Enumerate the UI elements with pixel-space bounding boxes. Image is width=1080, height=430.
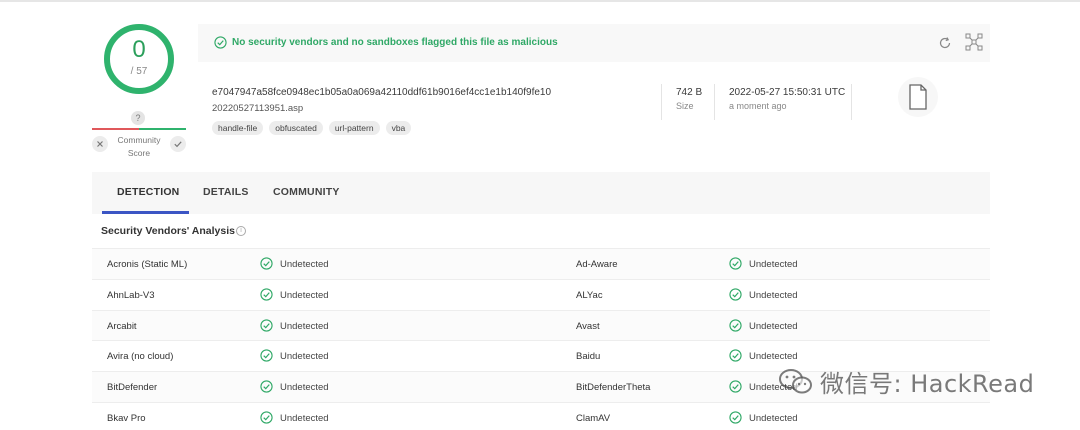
vendor-name: BitDefender bbox=[107, 382, 158, 393]
file-size-label: Size bbox=[676, 101, 694, 111]
vendor-name: Avira (no cloud) bbox=[107, 351, 174, 362]
vendor-result: Undetected bbox=[280, 351, 329, 362]
community-score-label: Community Score bbox=[117, 135, 161, 158]
vendor-name: Bkav Pro bbox=[107, 413, 146, 424]
check-circle-icon bbox=[729, 380, 742, 393]
check-circle-icon bbox=[729, 411, 742, 424]
vendor-name: Baidu bbox=[576, 351, 601, 362]
check-circle-icon bbox=[729, 288, 742, 301]
top-divider bbox=[0, 0, 1080, 2]
analysis-date-value: 2022-05-27 15:50:31 UTC bbox=[729, 87, 846, 98]
info-divider bbox=[714, 84, 715, 120]
graph-icon[interactable] bbox=[965, 33, 983, 51]
table-row: Acronis (Static ML) Undetected Ad-Aware … bbox=[92, 248, 990, 279]
watermark-text: 微信号: HackRead bbox=[820, 370, 1035, 398]
vendor-result: Undetected bbox=[749, 351, 798, 362]
vendor-result: Undetected bbox=[280, 413, 329, 424]
tag-chip[interactable]: vba bbox=[385, 121, 412, 135]
check-circle-icon bbox=[214, 36, 227, 49]
active-tab-indicator bbox=[102, 211, 189, 214]
file-icon bbox=[909, 84, 927, 110]
table-row: Arcabit Undetected Avast Undetected bbox=[92, 310, 990, 341]
vendor-result: Undetected bbox=[280, 321, 329, 332]
vote-harmless-button[interactable] bbox=[170, 136, 186, 152]
check-circle-icon bbox=[729, 319, 742, 332]
verdict-message: No security vendors and no sandboxes fla… bbox=[232, 37, 558, 48]
check-circle-icon bbox=[260, 380, 273, 393]
check-circle-icon bbox=[729, 349, 742, 362]
verdict-banner: No security vendors and no sandboxes fla… bbox=[198, 24, 990, 62]
vendor-name: Avast bbox=[576, 321, 600, 332]
detection-score-value: 0 bbox=[132, 36, 146, 63]
section-title: Security Vendors' Analysis bbox=[101, 225, 235, 237]
file-tags: handle-file obfuscated url-pattern vba bbox=[212, 121, 412, 135]
vendor-result: Undetected bbox=[749, 259, 798, 270]
tag-chip[interactable]: obfuscated bbox=[269, 121, 323, 135]
tab-detection[interactable]: DETECTION bbox=[117, 186, 179, 198]
vendor-result: Undetected bbox=[280, 382, 329, 393]
vendor-name: ALYac bbox=[576, 290, 603, 301]
vendor-result: Undetected bbox=[280, 259, 329, 270]
reanalyze-icon[interactable] bbox=[938, 36, 952, 50]
vendor-result: Undetected bbox=[749, 413, 798, 424]
file-hash[interactable]: e7047947a58fce0948ec1b05a0a069a42110ddf6… bbox=[212, 87, 551, 98]
community-score-bar bbox=[92, 128, 186, 130]
check-circle-icon bbox=[260, 411, 273, 424]
check-circle-icon bbox=[260, 288, 273, 301]
tab-details[interactable]: DETAILS bbox=[203, 186, 249, 198]
file-type-badge bbox=[898, 77, 938, 117]
info-icon[interactable]: i bbox=[236, 226, 246, 236]
vendor-name: Arcabit bbox=[107, 321, 137, 332]
vendor-result: Undetected bbox=[280, 290, 329, 301]
info-divider bbox=[661, 84, 662, 120]
vendor-name: Ad-Aware bbox=[576, 259, 618, 270]
detection-score-total: / 57 bbox=[130, 66, 148, 77]
vendor-name: AhnLab-V3 bbox=[107, 290, 155, 301]
check-circle-icon bbox=[260, 319, 273, 332]
file-name: 20220527113951.asp bbox=[212, 103, 304, 114]
wechat-icon bbox=[779, 368, 812, 393]
community-score-value: ? bbox=[131, 111, 145, 125]
check-circle-icon bbox=[729, 257, 742, 270]
watermark: 微信号: HackRead bbox=[778, 364, 1034, 399]
vendor-result: Undetected bbox=[749, 290, 798, 301]
tag-chip[interactable]: handle-file bbox=[212, 121, 264, 135]
table-row: AhnLab-V3 Undetected ALYac Undetected bbox=[92, 279, 990, 310]
report-tabs: DETECTION DETAILS COMMUNITY bbox=[92, 172, 990, 214]
tab-community[interactable]: COMMUNITY bbox=[273, 186, 340, 198]
check-circle-icon bbox=[260, 349, 273, 362]
analysis-date-relative: a moment ago bbox=[729, 101, 787, 111]
vendor-name: ClamAV bbox=[576, 413, 611, 424]
vendor-name: Acronis (Static ML) bbox=[107, 259, 188, 270]
tag-chip[interactable]: url-pattern bbox=[328, 121, 380, 135]
vendor-name: BitDefenderTheta bbox=[576, 382, 651, 393]
info-divider bbox=[851, 84, 852, 120]
detection-score-ring: 0 / 57 bbox=[102, 22, 176, 96]
table-row: Bkav Pro Undetected ClamAV Undetected bbox=[92, 402, 990, 430]
file-size-value: 742 B bbox=[676, 87, 703, 98]
check-icon bbox=[174, 141, 182, 148]
check-circle-icon bbox=[260, 257, 273, 270]
vendor-result: Undetected bbox=[749, 321, 798, 332]
close-icon bbox=[97, 141, 103, 147]
vote-malicious-button[interactable] bbox=[92, 136, 108, 152]
